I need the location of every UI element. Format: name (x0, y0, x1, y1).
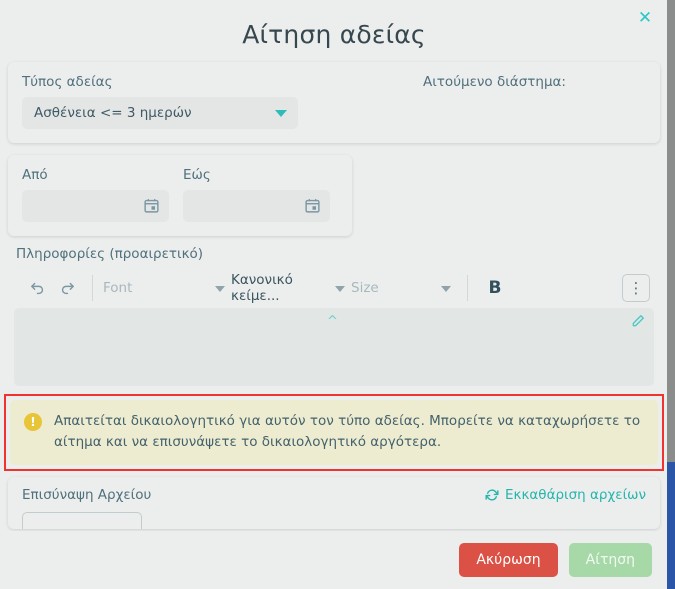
close-icon[interactable]: ✕ (634, 7, 656, 29)
date-from-label: Από (22, 167, 48, 183)
submit-request-button[interactable]: Αίτηση (568, 543, 652, 577)
font-family-select[interactable]: Font (103, 274, 231, 302)
warning-message: Απαιτείται δικαιολογητικό για αυτόν τον … (54, 413, 641, 450)
chevron-down-icon (275, 110, 287, 117)
date-from-input[interactable] (22, 190, 169, 222)
redo-icon[interactable] (52, 274, 82, 302)
clear-files-button[interactable]: Εκκαθάριση αρχείων (485, 487, 646, 503)
undo-icon[interactable] (22, 274, 52, 302)
pencil-icon[interactable] (631, 314, 645, 328)
chevron-down-icon (441, 286, 451, 292)
validation-highlight: ! Απαιτείται δικαιολογητικό για αυτόν το… (4, 394, 664, 471)
date-to-input[interactable] (183, 190, 330, 222)
text-style-select[interactable]: Κανονικό κείμε... (231, 272, 351, 304)
page-title: Αίτηση αδείας (242, 20, 426, 49)
attachment-card: Επισύναψη Αρχείου Εκκαθάριση αρχείων (8, 476, 660, 529)
font-size-value: Size (351, 280, 379, 296)
date-range-card: Από Εώς (8, 155, 352, 236)
calendar-icon (144, 199, 159, 213)
chevron-up-icon[interactable]: ^ (327, 315, 338, 328)
date-to-label: Εώς (183, 167, 211, 183)
dialog-header: ✕ Αίτηση αδείας (0, 0, 668, 62)
toolbar-divider (92, 275, 93, 301)
chevron-down-icon (215, 286, 225, 292)
font-family-value: Font (103, 280, 133, 296)
leave-type-selected-value: Ασθένεια <= 3 ημερών (34, 105, 192, 121)
leave-type-select[interactable]: Ασθένεια <= 3 ημερών (22, 97, 298, 129)
calendar-icon (305, 199, 320, 213)
clear-files-label: Εκκαθάριση αρχείων (504, 486, 646, 503)
leave-type-label: Τύπος αδείας (22, 74, 113, 90)
editor-content-area[interactable]: ^ (14, 308, 654, 386)
attachment-title: Επισύναψη Αρχείου (22, 486, 152, 503)
requested-period-section: Αιτούμενο διάστημα: (407, 74, 646, 129)
text-style-value: Κανονικό κείμε... (231, 272, 293, 304)
chevron-down-icon (335, 286, 345, 292)
bold-button[interactable]: B (478, 274, 512, 302)
requested-period-label: Αιτούμενο διάστημα: (423, 74, 566, 90)
leave-request-dialog: ✕ Αίτηση αδείας Τύπος αδείας Ασθένεια <=… (0, 0, 668, 589)
toolbar-divider (467, 275, 468, 301)
dialog-footer: Ακύρωση Αίτηση (0, 531, 668, 589)
page-scrollbar-track[interactable] (667, 0, 675, 589)
info-label: Πληροφορίες (προαιρετικό) (16, 246, 204, 262)
exclamation-icon: ! (24, 413, 42, 431)
date-to-field: Εώς (183, 167, 330, 222)
leave-type-section: Τύπος αδείας Ασθένεια <= 3 ημερών (22, 74, 407, 129)
more-options-icon[interactable]: ⋮ (622, 274, 650, 302)
editor-toolbar: Font Κανονικό κείμε... Size B ⋮ (8, 268, 660, 308)
cancel-button[interactable]: Ακύρωση (459, 543, 558, 577)
rich-text-editor: Font Κανονικό κείμε... Size B ⋮ ^ (8, 268, 660, 386)
page-scrollbar-thumb[interactable] (667, 462, 675, 589)
warning-banner: ! Απαιτείται δικαιολογητικό για αυτόν το… (10, 400, 658, 465)
leave-type-card: Τύπος αδείας Ασθένεια <= 3 ημερών Αιτούμ… (8, 62, 660, 143)
file-upload-button[interactable] (22, 511, 142, 529)
refresh-icon (485, 489, 499, 501)
date-from-field: Από (22, 167, 169, 222)
font-size-select[interactable]: Size (351, 274, 457, 302)
